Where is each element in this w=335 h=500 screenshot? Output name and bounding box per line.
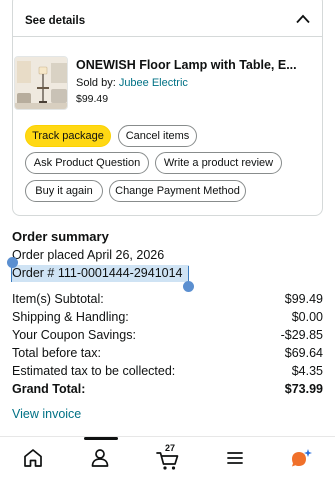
summary-row: Total before tax: $69.64 — [12, 346, 323, 364]
menu-icon[interactable] — [222, 445, 252, 475]
track-package-button[interactable]: Track package — [25, 125, 111, 147]
order-placed-date: Order placed April 26, 2026 — [12, 248, 165, 262]
summary-label: Grand Total: — [12, 382, 86, 396]
view-invoice-link[interactable]: View invoice — [12, 407, 81, 421]
selection-caret-start — [11, 266, 12, 282]
see-details-label: See details — [25, 15, 86, 27]
sold-by-prefix: Sold by: — [76, 77, 119, 89]
seller-link[interactable]: Jubee Electric — [119, 77, 188, 89]
summary-label: Total before tax: — [12, 346, 101, 360]
change-payment-button[interactable]: Change Payment Method — [109, 180, 246, 202]
summary-value: $99.49 — [284, 292, 323, 306]
summary-row: Estimated tax to be collected: $4.35 — [12, 364, 323, 382]
order-number[interactable]: Order # 111-0001444-2941014 — [12, 266, 183, 280]
summary-value: $69.64 — [284, 346, 323, 360]
selection-handle-end[interactable] — [183, 281, 194, 292]
summary-row: Shipping & Handling: $0.00 — [12, 310, 323, 328]
selection-handle-start[interactable] — [7, 257, 18, 268]
grand-total-row: Grand Total: $73.99 — [12, 382, 323, 400]
write-review-button[interactable]: Write a product review — [155, 152, 282, 174]
summary-label: Your Coupon Savings: — [12, 328, 136, 342]
chevron-up-icon — [296, 14, 310, 24]
order-summary-title: Order summary — [12, 229, 109, 244]
selection-caret-end — [188, 266, 189, 282]
rufus-icon[interactable] — [287, 445, 317, 475]
summary-label: Estimated tax to be collected: — [12, 364, 176, 378]
active-tab-indicator — [84, 437, 118, 440]
summary-label: Shipping & Handling: — [12, 310, 129, 324]
product-price: $99.49 — [76, 93, 109, 105]
cart-icon[interactable]: 27 — [154, 443, 184, 475]
summary-value: $0.00 — [291, 310, 323, 324]
summary-value: -$29.85 — [280, 328, 323, 342]
cart-count-badge: 27 — [165, 443, 176, 453]
grand-total-value: $73.99 — [284, 382, 323, 396]
buy-it-again-button[interactable]: Buy it again — [25, 180, 103, 202]
bottom-nav-bar: 27 — [0, 436, 335, 500]
see-details-toggle[interactable]: See details — [13, 1, 322, 37]
account-icon[interactable] — [87, 445, 117, 475]
ask-product-question-button[interactable]: Ask Product Question — [25, 152, 149, 174]
cancel-items-button[interactable]: Cancel items — [118, 125, 197, 147]
summary-label: Item(s) Subtotal: — [12, 292, 104, 306]
home-icon[interactable] — [20, 445, 50, 475]
sold-by: Sold by: Jubee Electric — [76, 77, 188, 89]
summary-row: Your Coupon Savings: -$29.85 — [12, 328, 323, 346]
product-title[interactable]: ONEWISH Floor Lamp with Table, E... — [76, 58, 304, 72]
summary-row: Item(s) Subtotal: $99.49 — [12, 292, 323, 310]
summary-value: $4.35 — [291, 364, 323, 378]
product-thumbnail[interactable] — [14, 56, 68, 110]
